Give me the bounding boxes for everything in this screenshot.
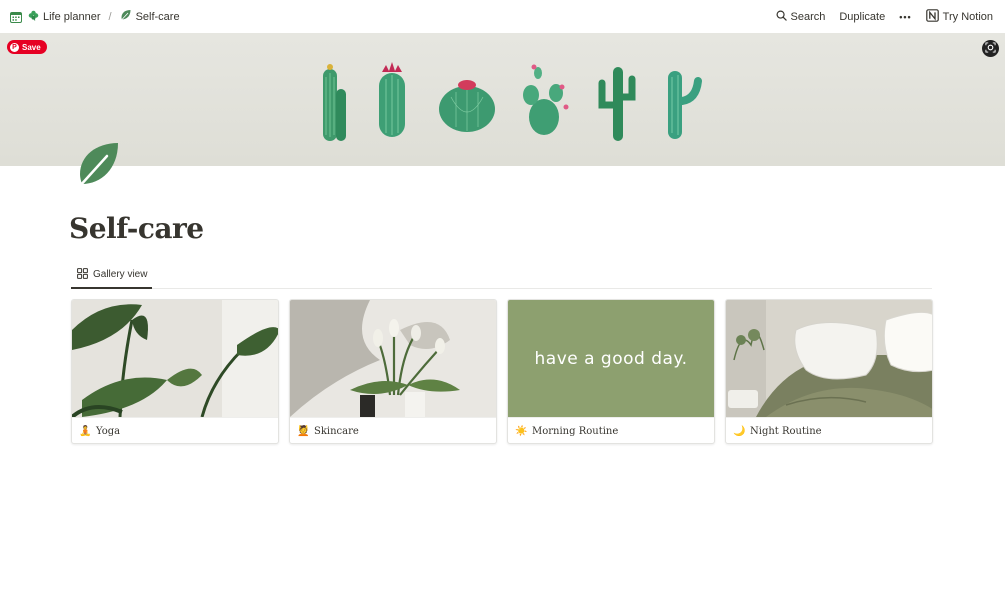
cover-caption: have a good day. [534,348,688,369]
calendar-icon[interactable] [10,11,22,23]
try-notion-button[interactable]: Try Notion [924,6,995,28]
gallery-card-skincare[interactable]: 💆 Skincare [289,299,497,444]
meditation-icon: 🧘 [79,425,92,437]
gallery-card-morning-routine[interactable]: have a good day. ☀️ Morning Routine [507,299,715,444]
page-title[interactable]: Self-care [69,212,204,245]
card-title-text: Night Routine [750,425,822,437]
cactus-2 [379,62,405,137]
gallery-card-night-routine[interactable]: 🌙 Night Routine [725,299,933,444]
card-title: 🌙 Night Routine [726,417,932,443]
cactus-4 [523,64,569,135]
card-cover-image [72,300,278,417]
breadcrumb-item-life-planner[interactable]: Life planner [26,8,103,26]
breadcrumb-separator: / [108,10,112,23]
page-icon-leaf[interactable] [74,140,122,190]
more-icon: ••• [899,11,912,22]
card-cover-image: have a good day. [508,300,714,417]
spa-icon: 💆 [297,425,310,437]
page-cover: P Save [0,33,1005,166]
tab-label: Gallery view [93,269,148,280]
clover-icon [28,10,39,24]
notion-logo-icon [925,8,939,25]
search-button[interactable]: Search [774,7,828,27]
top-bar: Life planner / Self-care Search Duplicat… [0,0,1005,33]
card-cover-image [290,300,496,417]
pinterest-save-button[interactable]: P Save [7,40,47,54]
cactus-illustration [323,62,702,141]
moon-icon: 🌙 [733,425,746,437]
lens-icon [985,40,996,58]
sun-icon: ☀️ [515,425,528,437]
card-title-text: Morning Routine [532,425,619,437]
duplicate-label: Duplicate [839,10,886,23]
gallery-card-yoga[interactable]: 🧘 Yoga [71,299,279,444]
visual-search-button[interactable] [982,40,999,57]
leaf-icon [120,9,132,24]
breadcrumb-item-self-care[interactable]: Self-care [118,7,182,26]
topbar-actions: Search Duplicate ••• Try Notion [774,6,996,28]
breadcrumb-label: Life planner [43,10,101,23]
pinterest-icon: P [10,42,19,52]
leaf-icon [77,143,118,189]
card-cover-image [726,300,932,417]
save-label: Save [22,42,41,52]
card-title: ☀️ Morning Routine [508,417,714,443]
cactus-3 [439,80,495,132]
duplicate-button[interactable]: Duplicate [837,8,887,26]
more-options-button[interactable]: ••• [897,9,913,25]
breadcrumb: Life planner / Self-care [10,7,182,26]
try-notion-label: Try Notion [942,10,993,23]
cactus-5 [598,67,636,141]
cactus-1 [323,64,346,141]
tab-gallery-view[interactable]: Gallery view [71,262,152,289]
view-tabs: Gallery view [71,262,932,289]
card-title: 💆 Skincare [290,417,496,443]
cactus-6 [668,71,702,139]
search-icon [776,10,787,24]
gallery-grid-icon [77,267,88,282]
breadcrumb-label: Self-care [135,10,180,23]
card-title-text: Skincare [314,425,359,437]
card-title-text: Yoga [96,425,121,437]
card-title: 🧘 Yoga [72,417,278,443]
gallery-grid: 🧘 Yoga 💆 Skincare have a good day. ☀️ Mo… [71,299,935,444]
search-label: Search [790,10,826,23]
